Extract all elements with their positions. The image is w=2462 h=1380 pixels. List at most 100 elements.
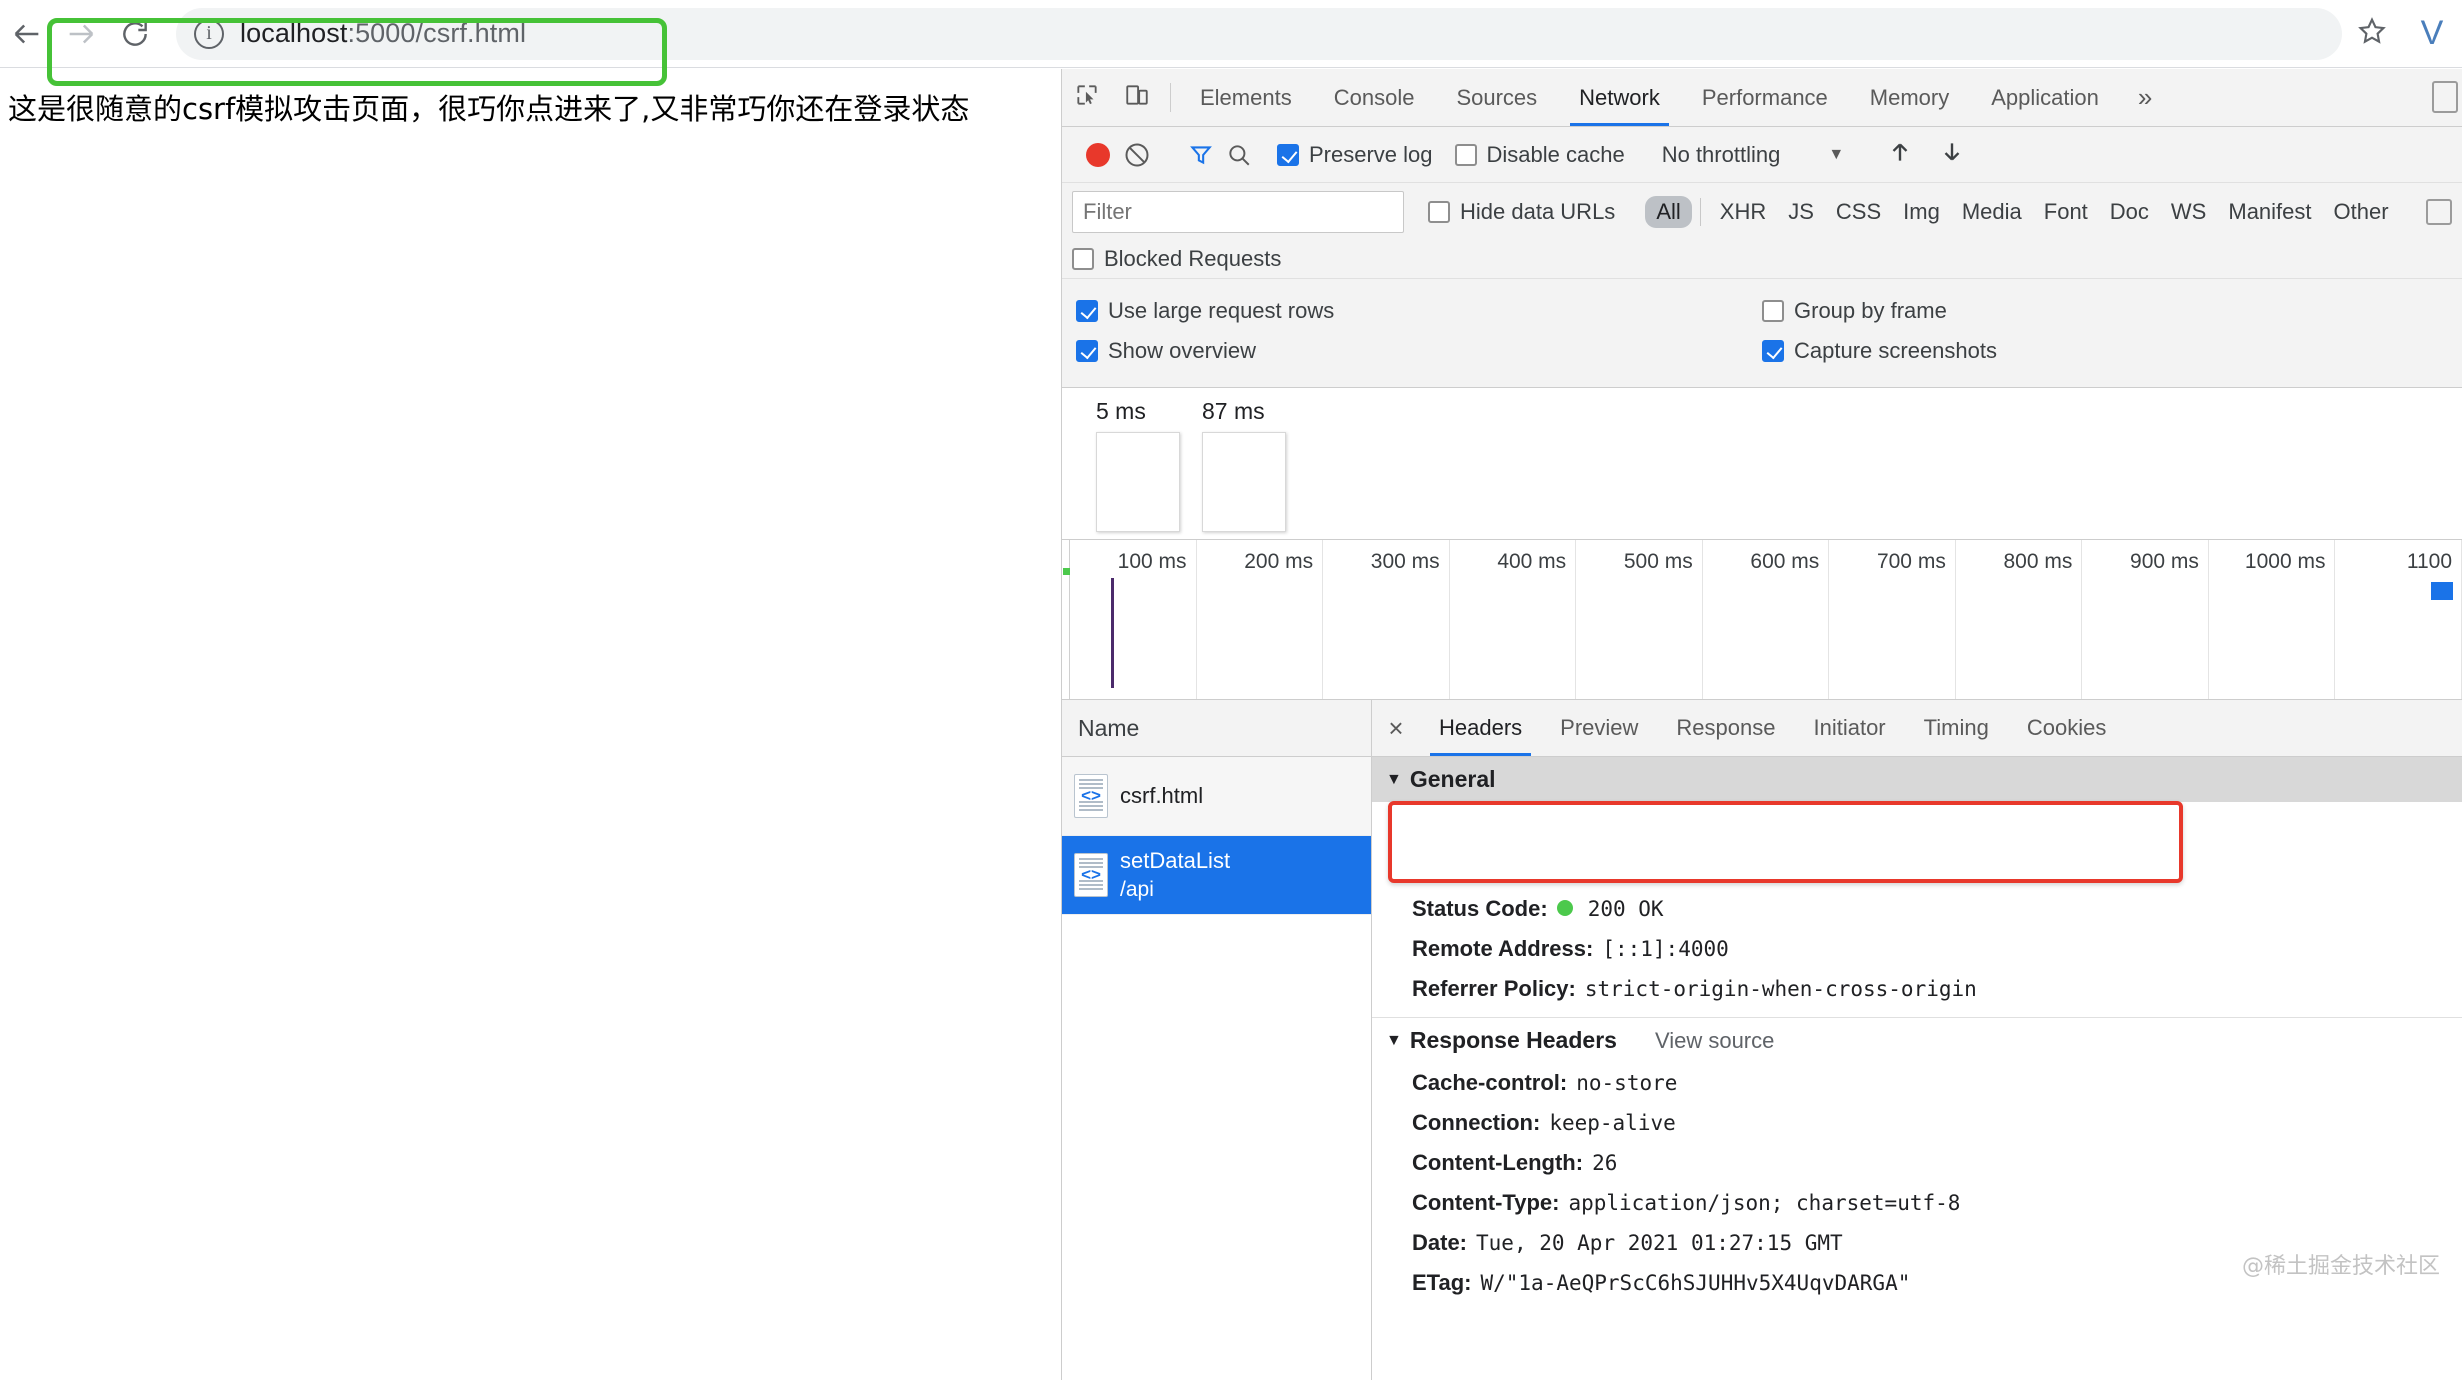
type-filter-js[interactable]: JS: [1777, 196, 1825, 228]
record-stop-icon[interactable]: [1086, 142, 1110, 167]
type-filter-ws[interactable]: WS: [2160, 196, 2217, 228]
tab-application[interactable]: Application: [1970, 69, 2120, 126]
show-overview-row[interactable]: Show overview: [1076, 338, 1762, 364]
type-filter-img[interactable]: Img: [1892, 196, 1951, 228]
capture-screenshots-row[interactable]: Capture screenshots: [1762, 338, 2448, 364]
frame-thumbnail[interactable]: [1096, 432, 1180, 532]
url-host: localhost: [240, 18, 348, 48]
table-row[interactable]: <> setDataList /api: [1062, 836, 1371, 915]
search-icon[interactable]: [1226, 142, 1252, 168]
devtools-settings-placeholder[interactable]: [2432, 81, 2458, 113]
throttling-select[interactable]: No throttling ▼: [1662, 142, 1844, 168]
page-body-text: 这是很随意的csrf模拟攻击页面，很巧你点进来了,又非常巧你还在登录状态: [8, 92, 970, 126]
overview-track[interactable]: 100 ms 200 ms 300 ms 400 ms 500 ms 600 m…: [1070, 540, 2462, 699]
request-list-header[interactable]: Name: [1062, 700, 1371, 757]
disable-cache-checkbox[interactable]: [1454, 143, 1477, 166]
group-by-frame-checkbox[interactable]: [1762, 300, 1784, 322]
type-filter-media[interactable]: Media: [1951, 196, 2033, 228]
response-headers-section-header[interactable]: ▼ Response Headers View source: [1372, 1017, 2462, 1063]
preserve-log-row[interactable]: Preserve log: [1277, 142, 1433, 168]
settings-line-1: Use large request rows Group by frame: [1062, 291, 2462, 331]
frame-thumbnail[interactable]: [1202, 432, 1286, 532]
hide-data-urls-checkbox[interactable]: [1428, 201, 1450, 223]
upload-har-icon[interactable]: [1887, 139, 1913, 170]
request-list: Name <> csrf.html <> setDataList /api: [1062, 700, 1372, 1380]
type-filter-doc[interactable]: Doc: [2099, 196, 2160, 228]
clear-network-log-icon[interactable]: [1123, 141, 1151, 169]
address-bar[interactable]: i localhost:5000/csrf.html: [176, 7, 2342, 60]
back-button[interactable]: [0, 7, 54, 61]
capture-screenshots-checkbox[interactable]: [1762, 340, 1784, 362]
timeline-tick: 200 ms: [1197, 540, 1324, 699]
header-key: Content-Length:: [1412, 1150, 1584, 1175]
view-source-link[interactable]: View source: [1655, 1028, 1774, 1054]
filmstrip-frame[interactable]: 5 ms: [1096, 398, 1180, 539]
use-large-rows-checkbox[interactable]: [1076, 300, 1098, 322]
tab-label: Memory: [1869, 84, 1950, 110]
show-overview-checkbox[interactable]: [1076, 340, 1098, 362]
filter-overflow-button[interactable]: [2426, 199, 2452, 225]
device-toolbar-button[interactable]: [1112, 69, 1162, 126]
frame-timestamp: 5 ms: [1096, 398, 1146, 424]
tab-network[interactable]: Network: [1558, 69, 1681, 126]
header-value: no-store: [1576, 1071, 1678, 1095]
download-har-icon[interactable]: [1939, 139, 1965, 170]
use-large-rows-row[interactable]: Use large request rows: [1076, 298, 1762, 324]
header-key: Date:: [1412, 1230, 1468, 1255]
header-value: W/"1a-AeQPrScC6hSJUHHv5X4UqvDARGA": [1480, 1271, 1911, 1295]
tab-elements[interactable]: Elements: [1179, 69, 1313, 126]
tab-performance[interactable]: Performance: [1681, 69, 1849, 126]
tab-label: Application: [1991, 84, 2099, 110]
general-section-header[interactable]: ▼ General: [1372, 757, 2462, 802]
network-overview-timeline[interactable]: 100 ms 200 ms 300 ms 400 ms 500 ms 600 m…: [1062, 540, 2462, 700]
group-by-frame-row[interactable]: Group by frame: [1762, 298, 2448, 324]
blocked-requests-checkbox[interactable]: [1072, 248, 1094, 270]
more-tabs-button[interactable]: »: [2120, 69, 2170, 126]
type-filter-font[interactable]: Font: [2033, 196, 2099, 228]
preserve-log-checkbox[interactable]: [1277, 143, 1299, 166]
tab-preview[interactable]: Preview: [1541, 700, 1657, 756]
devtools-panel: Elements Console Sources Network Perform…: [1061, 69, 2462, 1380]
disable-cache-row[interactable]: Disable cache: [1454, 141, 1625, 168]
screenshot-filmstrip: 5 ms 87 ms: [1062, 388, 2462, 540]
type-filter-css[interactable]: CSS: [1825, 196, 1892, 228]
type-filter-manifest[interactable]: Manifest: [2217, 196, 2322, 228]
type-filter-other[interactable]: Other: [2323, 196, 2400, 228]
disable-cache-label: Disable cache: [1486, 141, 1625, 167]
reload-button[interactable]: [108, 7, 162, 61]
bookmark-button[interactable]: [2342, 4, 2402, 64]
screenshot-marker: [2431, 582, 2454, 600]
site-info-icon[interactable]: i: [194, 18, 224, 49]
show-overview-label: Show overview: [1108, 338, 1256, 363]
funnel-filter-icon[interactable]: [1188, 142, 1214, 168]
inspect-element-button[interactable]: [1062, 69, 1112, 126]
table-row[interactable]: <> csrf.html: [1062, 757, 1371, 836]
overview-gutter: [1062, 540, 1070, 699]
filmstrip-frame[interactable]: 87 ms: [1202, 398, 1286, 539]
tick-label: 1000 ms: [2244, 550, 2326, 573]
close-icon[interactable]: ×: [1372, 700, 1420, 756]
tab-headers[interactable]: Headers: [1420, 700, 1541, 756]
general-section-title: General: [1409, 766, 1496, 792]
hide-data-urls-row[interactable]: Hide data URLs: [1428, 199, 1615, 225]
profile-avatar[interactable]: V: [2402, 4, 2462, 64]
network-filter-bar: Hide data URLs All XHR JS CSS Img Media …: [1062, 183, 2462, 279]
divider: [1699, 198, 1701, 226]
tab-response[interactable]: Response: [1657, 700, 1794, 756]
url-text: localhost:5000/csrf.html: [240, 18, 526, 49]
preserve-log-label: Preserve log: [1309, 141, 1433, 167]
type-filter-all[interactable]: All: [1645, 196, 1692, 228]
tab-sources[interactable]: Sources: [1435, 69, 1558, 126]
filter-input[interactable]: [1072, 191, 1404, 233]
tab-memory[interactable]: Memory: [1849, 69, 1970, 126]
forward-button[interactable]: [54, 7, 108, 61]
tab-initiator[interactable]: Initiator: [1794, 700, 1904, 756]
blocked-requests-row[interactable]: Blocked Requests: [1072, 246, 2452, 272]
tab-timing[interactable]: Timing: [1905, 700, 2008, 756]
request-method-key: Request Method:: [1412, 856, 1591, 881]
document-icon: <>: [1074, 853, 1108, 897]
timeline-tick: 1100: [2335, 540, 2462, 699]
type-filter-xhr[interactable]: XHR: [1709, 196, 1777, 228]
tab-cookies[interactable]: Cookies: [2008, 700, 2125, 756]
tab-console[interactable]: Console: [1313, 69, 1436, 126]
